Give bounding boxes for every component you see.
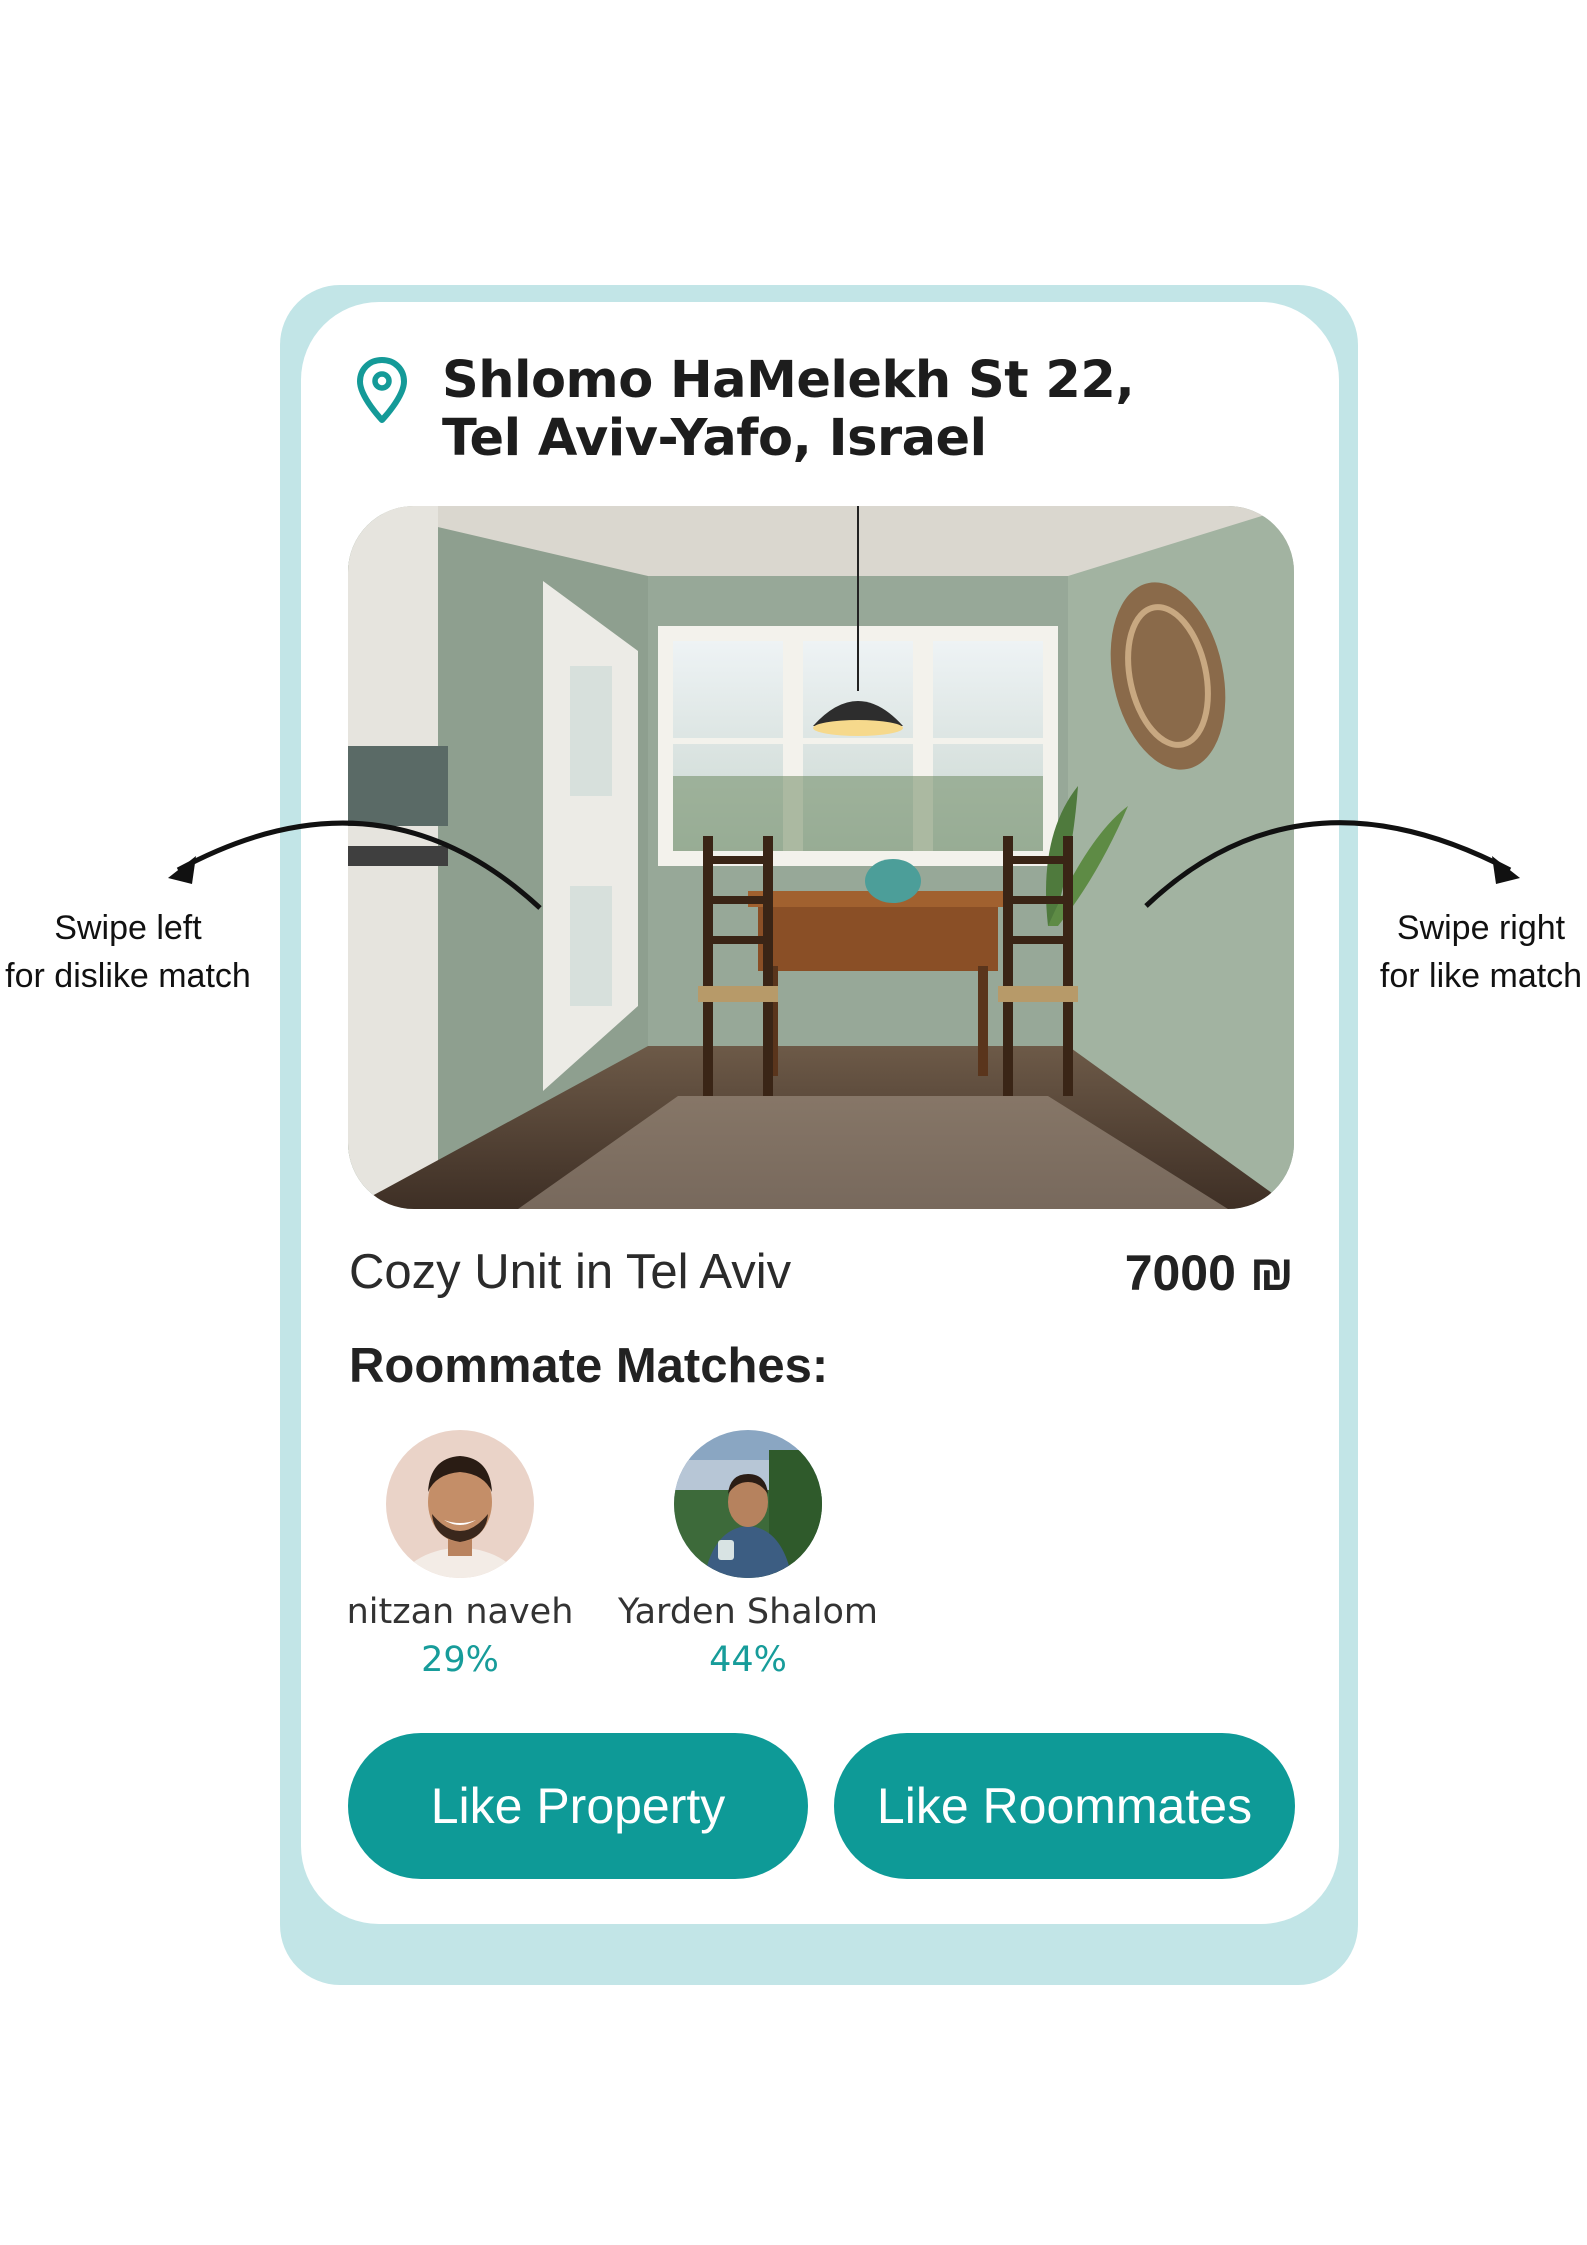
roommate-name: Yarden Shalom	[618, 1592, 878, 1632]
listing-title: Cozy Unit in Tel Aviv	[349, 1245, 792, 1299]
roommate-name: nitzan naveh	[346, 1592, 574, 1632]
location-pin-icon	[357, 357, 407, 423]
roommate-match-card[interactable]: Yarden Shalom 44%	[618, 1430, 878, 1680]
swipe-left-hint: Swipe left for dislike match	[0, 904, 268, 1000]
swipe-right-hint-line2: for like match	[1379, 957, 1583, 995]
avatar[interactable]	[386, 1430, 534, 1578]
like-property-button[interactable]: Like Property	[348, 1733, 808, 1879]
swipe-right-hint-line1: Swipe right	[1396, 909, 1566, 947]
like-roommates-button[interactable]: Like Roommates	[834, 1733, 1295, 1879]
match-percent: 29%	[421, 1640, 499, 1680]
property-address: Shlomo HaMelekh St 22, Tel Aviv-Yafo, Is…	[442, 351, 1135, 468]
listing-price: 7000 ₪	[1124, 1245, 1294, 1301]
property-photo	[348, 506, 1294, 1209]
roommate-match-card[interactable]: nitzan naveh 29%	[330, 1430, 590, 1680]
roommate-matches-heading: Roommate Matches:	[349, 1339, 829, 1393]
swipe-left-hint-line2: for dislike match	[5, 957, 251, 995]
match-percent: 44%	[709, 1640, 787, 1680]
avatar[interactable]	[674, 1430, 822, 1578]
swipe-left-hint-line1: Swipe left	[54, 909, 202, 947]
swipe-right-hint: Swipe right for like match	[1341, 904, 1587, 1000]
